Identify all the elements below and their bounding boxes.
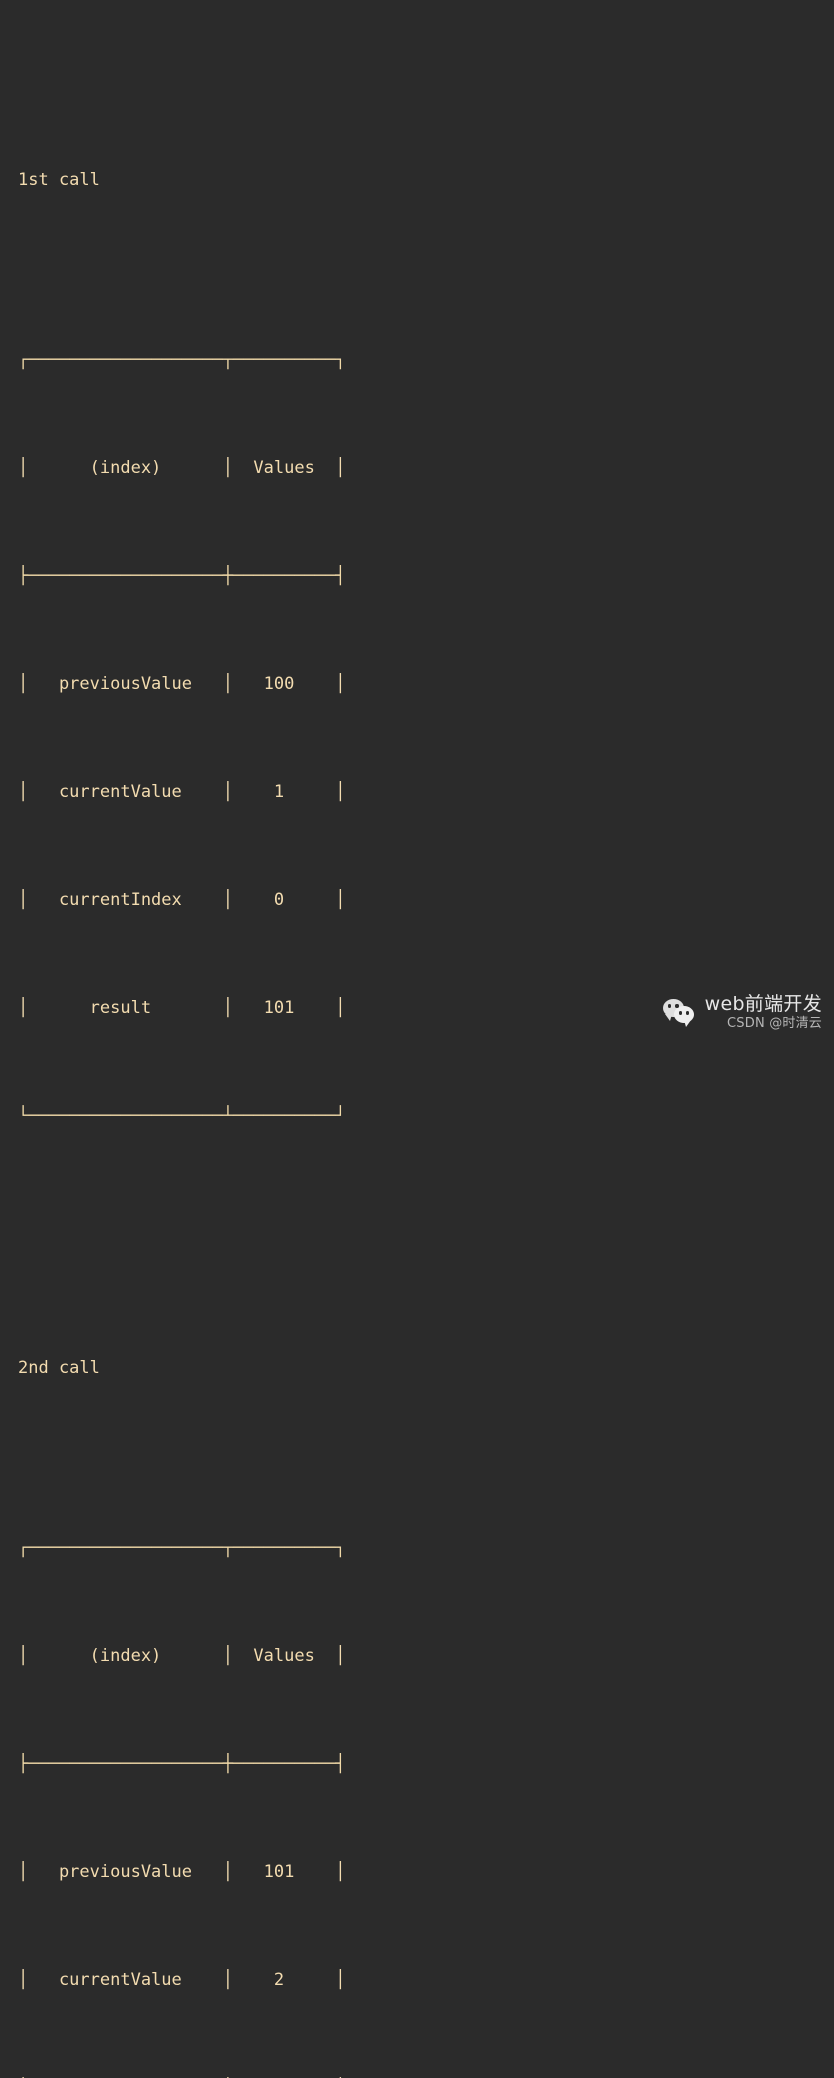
console-table-2nd-call: ┌───────────────────┬──────────┐ │ (inde… <box>18 1458 834 2078</box>
watermark-subtitle: CSDN @时清云 <box>727 1016 822 1032</box>
watermark-text: web前端开发 CSDN @时清云 <box>704 993 822 1032</box>
table-row: │ currentValue │ 2 │ <box>18 1970 346 1990</box>
table-row: │ currentValue │ 1 │ <box>18 782 346 802</box>
table-row: │ currentIndex │ 1 │ <box>18 2070 834 2078</box>
watermark: web前端开发 CSDN @时清云 <box>662 993 822 1032</box>
table-row: │ previousValue │ 101 │ <box>18 1862 346 1882</box>
table-top-border: ┌───────────────────┬──────────┐ <box>18 1538 346 1558</box>
log-label-1st-call: 1st call <box>18 170 100 190</box>
wechat-icon <box>662 999 697 1028</box>
console-table-1st-call: ┌───────────────────┬──────────┐ │ (inde… <box>18 270 834 1206</box>
console-output-panel: 1st call ┌───────────────────┬──────────… <box>0 0 834 1990</box>
table-top-border: ┌───────────────────┬──────────┐ <box>18 350 346 370</box>
log-label-2nd-call: 2nd call <box>18 1358 100 1378</box>
table-row: │ previousValue │ 100 │ <box>18 674 346 694</box>
table-bottom-border: └───────────────────┴──────────┘ <box>18 1106 346 1126</box>
watermark-title: web前端开发 <box>704 993 822 1016</box>
table-header-row: │ (index) │ Values │ <box>18 458 346 478</box>
table-header-row: │ (index) │ Values │ <box>18 1646 346 1666</box>
table-row: │ currentIndex │ 0 │ <box>18 890 346 910</box>
table-middle-border: ├───────────────────┼──────────┤ <box>18 566 346 586</box>
table-middle-border: ├───────────────────┼──────────┤ <box>18 1754 346 1774</box>
